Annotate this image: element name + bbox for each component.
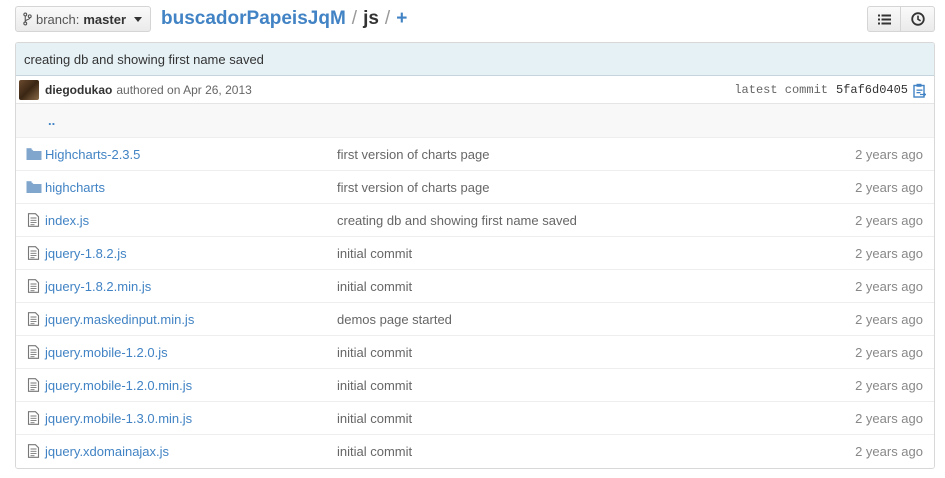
file-row: jquery.xdomainajax.js initial commit 2 yea… [16, 435, 934, 468]
breadcrumb: buscadorPapeisJqM / js / + [161, 5, 407, 33]
breadcrumb-repo-link[interactable]: buscadorPapeisJqM [161, 8, 346, 30]
file-name-link[interactable]: jquery.maskedinput.min.js [45, 312, 194, 327]
file-commit-message-link[interactable]: initial commit [337, 444, 412, 459]
file-row: jquery.mobile-1.2.0.min.js initial commit… [16, 369, 934, 402]
commit-meta: diegodukao authored on Apr 26, 2013 late… [16, 76, 934, 104]
history-button[interactable] [901, 6, 935, 32]
file-age: 2 years ago [855, 311, 923, 327]
file-commit-message-link[interactable]: initial commit [337, 378, 412, 393]
branch-selector-button[interactable]: branch: master [15, 6, 151, 32]
file-name-link[interactable]: Highcharts-2.3.5 [45, 147, 140, 162]
latest-commit-info: latest commit 5faf6d0405 [734, 76, 926, 104]
file-name-link[interactable]: jquery.mobile-1.3.0.min.js [45, 411, 192, 426]
repo-header: branch: master buscadorPapeisJqM / js / … [15, 5, 935, 33]
folder-icon [26, 148, 42, 160]
view-toggle-group [867, 6, 935, 32]
file-age: 2 years ago [855, 179, 923, 195]
new-file-button[interactable]: + [396, 8, 407, 30]
commit-message-text: creating db and showing first name saved [24, 51, 264, 67]
file-age: 2 years ago [855, 245, 923, 261]
branch-name: master [83, 11, 126, 27]
file-commit-message-link[interactable]: first version of charts page [337, 147, 489, 162]
branch-label: branch: [35, 11, 80, 27]
file-row: jquery.mobile-1.2.0.js initial commit 2 ye… [16, 336, 934, 369]
file-commit-message-link[interactable]: creating db and showing first name saved [337, 213, 577, 228]
commit-author-link[interactable]: diegodukao [45, 83, 112, 97]
file-name-link[interactable]: jquery.xdomainajax.js [45, 444, 169, 459]
file-commit-message-link[interactable]: first version of charts page [337, 180, 489, 195]
history-icon [910, 12, 925, 26]
branch-icon [23, 12, 32, 26]
file-icon [27, 378, 40, 392]
file-name-link[interactable]: jquery.mobile-1.2.0.js [45, 345, 168, 360]
file-age: 2 years ago [855, 444, 923, 459]
file-commit-message-link[interactable]: demos page started [337, 312, 452, 327]
commit-authored-date: authored on Apr 26, 2013 [116, 82, 252, 97]
file-icon [27, 279, 40, 293]
file-name-link[interactable]: jquery-1.8.2.js [45, 246, 127, 261]
file-commit-message-link[interactable]: initial commit [337, 246, 412, 261]
file-row: jquery-1.8.2.min.js initial commit 2 years… [16, 270, 934, 303]
file-age: 2 years ago [855, 278, 923, 294]
file-name-link[interactable]: highcharts [45, 180, 105, 195]
file-icon [27, 312, 40, 326]
file-name-link[interactable]: jquery.mobile-1.2.0.min.js [45, 378, 192, 393]
file-commit-message-link[interactable]: initial commit [337, 345, 412, 360]
clipboard-icon[interactable] [913, 83, 926, 98]
avatar[interactable] [19, 79, 39, 100]
file-row: highcharts first version of charts page 2 … [16, 171, 934, 204]
file-icon [27, 213, 40, 227]
commit-sha-link[interactable]: 5faf6d0405 [836, 83, 908, 97]
breadcrumb-separator: / [351, 8, 358, 29]
list-icon [877, 14, 891, 24]
file-age: 2 years ago [855, 146, 923, 162]
parent-dir-row: .. [16, 104, 934, 138]
file-row: index.js creating db and showing first na… [16, 204, 934, 237]
file-icon [27, 444, 40, 458]
latest-commit-label: latest commit [734, 83, 828, 97]
list-view-button[interactable] [867, 6, 901, 32]
file-age: 2 years ago [855, 212, 923, 228]
parent-dir-link[interactable]: .. [48, 113, 55, 128]
file-row: jquery.mobile-1.3.0.min.js initial commit… [16, 402, 934, 435]
file-row: jquery.maskedinput.min.js demos page star… [16, 303, 934, 336]
breadcrumb-separator: / [384, 8, 391, 29]
breadcrumb-current-dir: js [363, 8, 379, 29]
file-commit-message-link[interactable]: initial commit [337, 411, 412, 426]
file-name-link[interactable]: index.js [45, 213, 89, 228]
file-icon [27, 345, 40, 359]
file-age: 2 years ago [855, 344, 923, 360]
chevron-down-icon [134, 16, 142, 22]
file-icon [27, 411, 40, 425]
file-age: 2 years ago [855, 377, 923, 393]
folder-icon [26, 181, 42, 193]
file-name-link[interactable]: jquery-1.8.2.min.js [45, 279, 151, 294]
file-row: jquery-1.8.2.js initial commit 2 years ago [16, 237, 934, 270]
file-icon [27, 246, 40, 260]
file-commit-message-link[interactable]: initial commit [337, 279, 412, 294]
file-row: Highcharts-2.3.5 first version of charts … [16, 138, 934, 171]
file-age: 2 years ago [855, 410, 923, 426]
file-browser: creating db and showing first name saved… [15, 42, 935, 469]
latest-commit-message[interactable]: creating db and showing first name saved [16, 43, 934, 76]
